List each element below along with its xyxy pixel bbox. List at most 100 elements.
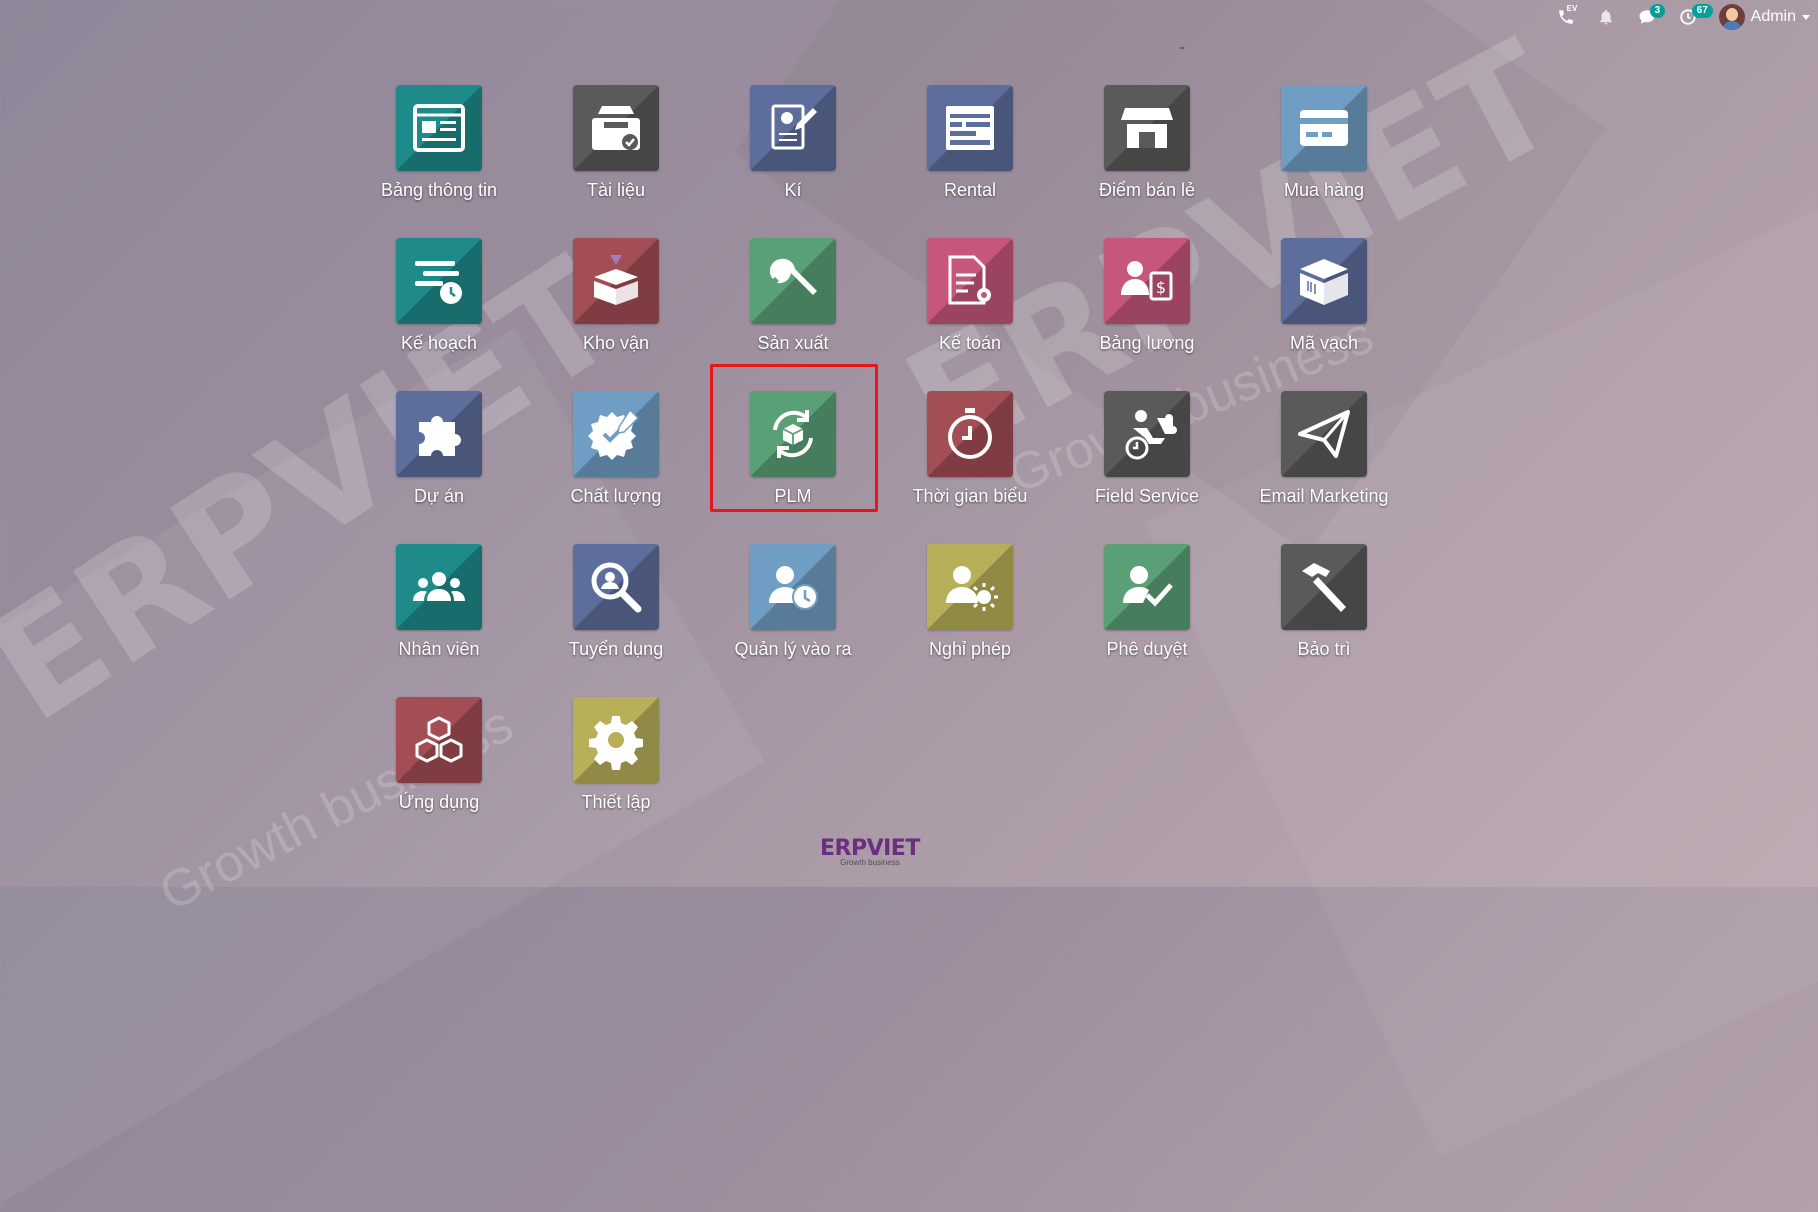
app-tile [750, 238, 836, 324]
app-label: Phê duyệt [1106, 639, 1188, 659]
activities-button[interactable]: 67 [1679, 4, 1713, 26]
app-tile [573, 391, 659, 477]
app-tile [927, 238, 1013, 324]
app-label: Thời gian biểu [912, 486, 1028, 506]
activities-count-badge: 67 [1691, 4, 1713, 18]
app-label: Kế toán [938, 333, 1002, 353]
app-tile [927, 544, 1013, 630]
app-tile [396, 85, 482, 171]
app-label: Thiết lập [581, 792, 651, 812]
app-label: Tài liệu [586, 180, 646, 200]
app-purchase[interactable]: Mua hàng [1244, 85, 1404, 201]
documents-icon [592, 106, 640, 150]
notifications-button[interactable] [1597, 8, 1615, 26]
app-quality[interactable]: Chất lượng [536, 391, 696, 507]
app-manufacturing[interactable]: Sản xuất [713, 238, 873, 354]
hammer-icon [1302, 563, 1346, 612]
phone-label: EV [1566, 4, 1578, 13]
app-label: Điểm bán lẻ [1098, 180, 1196, 200]
systray: EV 3 67 Admin [1557, 0, 1818, 34]
field-service-icon [1125, 410, 1177, 460]
app-label: Nhân viên [398, 639, 480, 659]
accounting-icon [948, 255, 991, 305]
app-tile [1104, 391, 1190, 477]
app-tile [927, 85, 1013, 171]
app-label: Kho vận [582, 333, 650, 353]
app-apps[interactable]: Ứng dụng [359, 697, 519, 813]
app-maintenance[interactable]: Bảo trì [1244, 544, 1404, 660]
app-tile [1281, 238, 1367, 324]
app-accounting[interactable]: Kế toán [890, 238, 1050, 354]
app-barcode[interactable]: Mã vạch [1244, 238, 1404, 354]
app-label: Bảng lương [1099, 333, 1195, 353]
sign-icon [771, 104, 817, 150]
app-approvals[interactable]: Phê duyệt [1067, 544, 1227, 660]
messages-count-badge: 3 [1649, 4, 1666, 18]
app-label: Email Marketing [1259, 486, 1389, 506]
app-label: Kế hoạch [400, 333, 478, 353]
app-tile [396, 697, 482, 783]
attendance-icon [769, 566, 818, 610]
quality-badge-icon [588, 408, 640, 460]
app-tile [750, 391, 836, 477]
app-tile [396, 391, 482, 477]
app-label: Kí [784, 180, 802, 200]
divider [1180, 47, 1184, 49]
plm-cycle-icon [773, 410, 813, 458]
app-point-of-sale[interactable]: Điểm bán lẻ [1067, 85, 1227, 201]
app-dashboard[interactable]: Bảng thông tin [359, 85, 519, 201]
shop-icon [1121, 108, 1173, 148]
app-label: Tuyển dụng [568, 639, 664, 659]
app-label: Mã vạch [1289, 333, 1359, 353]
app-tile [1104, 85, 1190, 171]
app-sign[interactable]: Kí [713, 85, 873, 201]
app-timesheets[interactable]: Thời gian biểu [890, 391, 1050, 507]
app-tile [1281, 85, 1367, 171]
app-label: Ứng dụng [398, 792, 480, 812]
barcode-box-icon [1300, 259, 1348, 305]
app-tile [573, 544, 659, 630]
app-tile [1281, 544, 1367, 630]
user-menu[interactable]: Admin [1718, 4, 1810, 30]
employees-icon [413, 572, 465, 601]
app-attendances[interactable]: Quản lý vào ra [713, 544, 873, 660]
app-email-marketing[interactable]: Email Marketing [1244, 391, 1404, 507]
app-planning[interactable]: Kế hoạch [359, 238, 519, 354]
app-tile [396, 238, 482, 324]
app-settings[interactable]: Thiết lập [536, 697, 696, 813]
app-label: Bảng thông tin [380, 180, 498, 200]
payroll-icon: $ [1121, 261, 1173, 301]
purchase-card-icon [1300, 110, 1348, 146]
app-time-off[interactable]: Nghỉ phép [890, 544, 1050, 660]
app-tile [1104, 544, 1190, 630]
app-plm[interactable]: PLM [713, 391, 873, 507]
app-label: PLM [774, 486, 812, 506]
app-tile [573, 238, 659, 324]
recruitment-search-icon [591, 562, 642, 613]
chevron-down-icon [1802, 14, 1810, 20]
app-label: Bảo trì [1297, 639, 1351, 659]
messages-button[interactable]: 3 [1637, 4, 1666, 26]
app-tile [750, 544, 836, 630]
app-label: Nghỉ phép [928, 639, 1012, 659]
voip-phone-button[interactable]: EV [1557, 4, 1577, 26]
app-inventory[interactable]: Kho vận [536, 238, 696, 354]
app-rental[interactable]: Rental [890, 85, 1050, 201]
settings-gear-icon [589, 716, 643, 770]
app-field-service[interactable]: Field Service [1067, 391, 1227, 507]
puzzle-icon [419, 416, 461, 456]
app-label: Sản xuất [757, 333, 829, 353]
app-recruitment[interactable]: Tuyển dụng [536, 544, 696, 660]
avatar [1718, 4, 1745, 30]
paper-plane-icon [1298, 410, 1350, 458]
app-tile [573, 697, 659, 783]
app-employees[interactable]: Nhân viên [359, 544, 519, 660]
user-name: Admin [1750, 8, 1796, 25]
wrench-icon [769, 258, 817, 295]
app-documents[interactable]: Tài liệu [536, 85, 696, 201]
app-payroll[interactable]: $ Bảng lương [1067, 238, 1227, 354]
app-tile [396, 544, 482, 630]
footer-logo: ERPVIET Growth business [820, 836, 920, 867]
app-project[interactable]: Dự án [359, 391, 519, 507]
bell-icon [1599, 9, 1612, 25]
